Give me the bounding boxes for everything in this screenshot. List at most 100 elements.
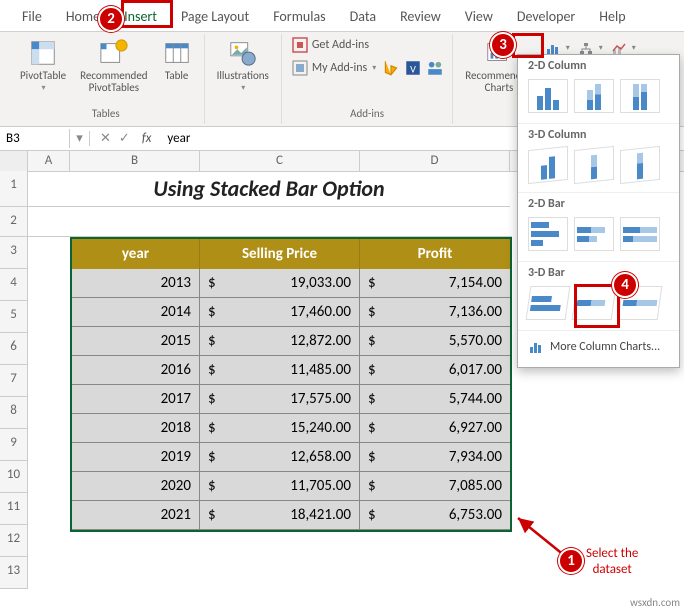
table-row[interactable]: 2020$11,705.00$7,085.00 <box>72 472 510 501</box>
row-header[interactable]: 7 <box>0 365 28 397</box>
cell-selling[interactable]: $18,421.00 <box>200 501 360 530</box>
cell-year[interactable]: 2020 <box>72 472 200 501</box>
my-addins-button[interactable]: My Add-ins▾ <box>290 59 378 78</box>
group-label-tables: Tables <box>92 105 120 122</box>
table-button[interactable]: Table <box>158 36 196 96</box>
recommended-pivottables-button[interactable]: Recommended PivotTables <box>76 36 151 96</box>
cell-selling[interactable]: $12,872.00 <box>200 327 360 356</box>
callout-1: 1 <box>558 548 584 574</box>
row-header[interactable]: 9 <box>0 429 28 461</box>
chart-type-dropdown: 2-D Column 3-D Column 2-D Bar 3-D Bar Mo… <box>517 54 680 368</box>
select-all-triangle[interactable] <box>0 151 28 171</box>
cell-year[interactable]: 2014 <box>72 298 200 327</box>
cell-profit[interactable]: $7,136.00 <box>360 298 510 327</box>
table-row[interactable]: 2019$12,658.00$7,934.00 <box>72 443 510 472</box>
chart-icon <box>528 339 544 355</box>
name-box[interactable]: B3 <box>0 129 70 148</box>
row-header[interactable]: 12 <box>0 525 28 557</box>
tab-help[interactable]: Help <box>587 2 637 31</box>
people-graph-icon[interactable] <box>426 59 444 77</box>
header-profit: Profit <box>360 239 510 269</box>
col-header-d[interactable]: D <box>360 151 510 171</box>
pivottable-button[interactable]: PivotTable▾ <box>16 36 70 96</box>
tab-developer[interactable]: Developer <box>505 2 587 31</box>
tab-data[interactable]: Data <box>338 2 388 31</box>
col-header-c[interactable]: C <box>200 151 360 171</box>
row-header[interactable]: 2 <box>0 207 28 237</box>
name-box-dropdown[interactable]: ▾ <box>70 131 90 146</box>
tab-view[interactable]: View <box>453 2 505 31</box>
col-header-a[interactable]: A <box>28 151 70 171</box>
get-addins-button[interactable]: Get Add-ins <box>290 36 444 55</box>
clustered-3d-bar-option[interactable] <box>526 286 571 320</box>
cancel-icon[interactable]: ✕ <box>100 131 111 146</box>
row-header[interactable]: 10 <box>0 461 28 493</box>
section-2d-column: 2-D Column <box>518 55 679 73</box>
stacked-100-bar-option[interactable] <box>620 217 660 251</box>
section-3d-column: 3-D Column <box>518 124 679 142</box>
group-tables: PivotTable▾ Recommended PivotTables Tabl… <box>8 34 205 124</box>
cell-profit[interactable]: $7,085.00 <box>360 472 510 501</box>
cell-year[interactable]: 2018 <box>72 414 200 443</box>
cell-profit[interactable]: $5,744.00 <box>360 385 510 414</box>
cell-year[interactable]: 2017 <box>72 385 200 414</box>
cell-selling[interactable]: $11,485.00 <box>200 356 360 385</box>
cell-profit[interactable]: $6,753.00 <box>360 501 510 530</box>
cell-profit[interactable]: $6,927.00 <box>360 414 510 443</box>
cell-year[interactable]: 2016 <box>72 356 200 385</box>
row-header[interactable]: 5 <box>0 301 28 333</box>
selected-range[interactable]: year Selling Price Profit 2013$19,033.00… <box>70 237 512 532</box>
cell-year[interactable]: 2019 <box>72 443 200 472</box>
cell-selling[interactable]: $11,705.00 <box>200 472 360 501</box>
stacked-column-option[interactable] <box>574 79 614 113</box>
enter-icon[interactable]: ✓ <box>119 131 130 146</box>
stacked-100-3d-column-option[interactable] <box>620 146 660 184</box>
cell-profit[interactable]: $5,570.00 <box>360 327 510 356</box>
clustered-column-option[interactable] <box>528 79 568 113</box>
group-addins: Get Add-ins My Add-ins▾ V Add-ins <box>282 34 453 124</box>
table-row[interactable]: 2016$11,485.00$6,017.00 <box>72 356 510 385</box>
cell-selling[interactable]: $15,240.00 <box>200 414 360 443</box>
stacked-3d-bar-option[interactable] <box>572 286 617 320</box>
cell-profit[interactable]: $7,154.00 <box>360 269 510 298</box>
cell-year[interactable]: 2015 <box>72 327 200 356</box>
stacked-3d-column-option[interactable] <box>574 146 614 184</box>
row-header[interactable]: 11 <box>0 493 28 525</box>
clustered-3d-column-option[interactable] <box>528 146 568 184</box>
stacked-100-column-option[interactable] <box>620 79 660 113</box>
row-header[interactable]: 3 <box>0 237 28 269</box>
table-row[interactable]: 2018$15,240.00$6,927.00 <box>72 414 510 443</box>
row-header[interactable]: 1 <box>0 171 28 207</box>
tab-page-layout[interactable]: Page Layout <box>169 2 261 31</box>
cell-year[interactable]: 2021 <box>72 501 200 530</box>
tab-formulas[interactable]: Formulas <box>261 2 337 31</box>
table-row[interactable]: 2014$17,460.00$7,136.00 <box>72 298 510 327</box>
col-header-b[interactable]: B <box>70 151 200 171</box>
more-column-charts-button[interactable]: More Column Charts... <box>518 331 679 363</box>
tab-file[interactable]: File <box>10 2 54 31</box>
cell-profit[interactable]: $7,934.00 <box>360 443 510 472</box>
row-header[interactable]: 6 <box>0 333 28 365</box>
tab-review[interactable]: Review <box>388 2 453 31</box>
cell-selling[interactable]: $19,033.00 <box>200 269 360 298</box>
row-header[interactable]: 13 <box>0 557 28 589</box>
row-header[interactable]: 8 <box>0 397 28 429</box>
table-row[interactable]: 2017$17,575.00$5,744.00 <box>72 385 510 414</box>
table-row[interactable]: 2013$19,033.00$7,154.00 <box>72 269 510 298</box>
clustered-bar-option[interactable] <box>528 217 568 251</box>
cell-selling[interactable]: $17,575.00 <box>200 385 360 414</box>
table-row[interactable]: 2021$18,421.00$6,753.00 <box>72 501 510 530</box>
bing-maps-icon[interactable] <box>382 59 400 77</box>
fx-icon[interactable]: fx <box>138 131 152 146</box>
cell-profit[interactable]: $6,017.00 <box>360 356 510 385</box>
cell-selling[interactable]: $17,460.00 <box>200 298 360 327</box>
stacked-bar-option[interactable] <box>574 217 614 251</box>
table-row[interactable]: 2015$12,872.00$5,570.00 <box>72 327 510 356</box>
formula-input[interactable]: year <box>161 129 196 148</box>
row-header[interactable]: 4 <box>0 269 28 301</box>
cell-selling[interactable]: $12,658.00 <box>200 443 360 472</box>
illustrations-button[interactable]: Illustrations▾ <box>213 36 273 95</box>
visio-icon[interactable]: V <box>404 59 422 77</box>
cell-year[interactable]: 2013 <box>72 269 200 298</box>
header-year: year <box>72 239 200 269</box>
